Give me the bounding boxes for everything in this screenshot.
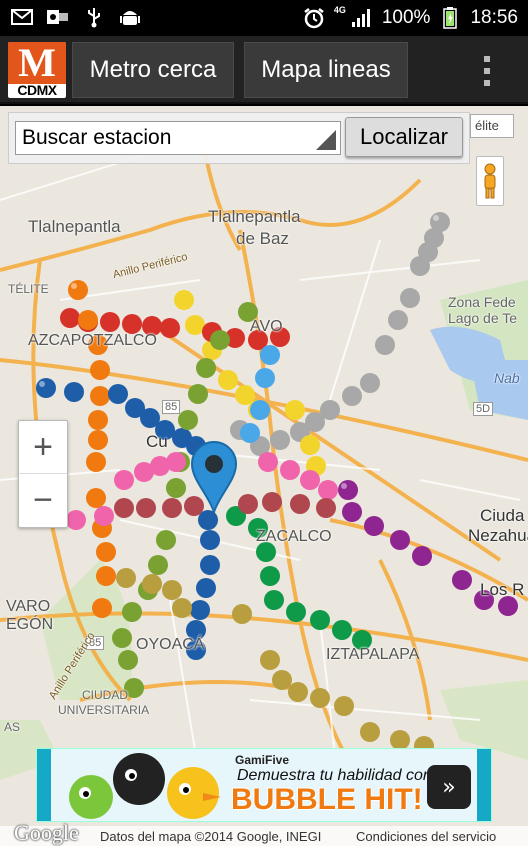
dropdown-arrow-icon — [316, 130, 336, 150]
map-label-tlalnepantla: Tlalnepantla — [28, 217, 121, 236]
logo-letter: M — [18, 42, 56, 85]
map-label-varo: VARO — [6, 598, 51, 615]
ad-banner[interactable]: GamiFive Demuestra tu habilidad con BUBB… — [36, 748, 492, 822]
map-label-cu: Cu — [146, 432, 168, 451]
station-select-value: Buscar estacion — [22, 126, 172, 149]
app-logo[interactable]: M CDMX — [8, 42, 66, 98]
pegman-icon — [484, 163, 496, 199]
map-label-azcapotzalco: AZCAPOTZALCO — [28, 332, 157, 349]
google-logo: Google — [14, 820, 79, 845]
map-label-iztacalco: ZACALCO — [256, 528, 332, 545]
map-label-los-reyes: Los R — [480, 580, 525, 599]
outlook-icon — [46, 6, 70, 28]
ad-bubbles-art — [69, 753, 221, 819]
logo-mark: M — [8, 42, 66, 84]
network-type: 4G — [333, 5, 346, 15]
status-bar: 4G 100% 18:56 — [0, 0, 528, 36]
usb-icon — [82, 6, 106, 28]
map-label-ciudad-neza: Ciuda — [480, 506, 525, 525]
signal-icon — [350, 7, 374, 29]
android-icon — [118, 6, 142, 28]
gmail-icon — [10, 6, 34, 28]
overflow-menu-icon[interactable] — [482, 56, 492, 86]
zoom-control: + − — [18, 420, 68, 528]
metro-cerca-button[interactable]: Metro cerca — [72, 42, 234, 98]
station-select[interactable]: Buscar estacion — [15, 121, 341, 155]
map-label-nezahualcoyotl: Nezahua — [468, 526, 528, 545]
map-label-coyoacan: OYOACÁ — [136, 636, 205, 653]
road-85a: 85 — [162, 400, 181, 414]
ad-headline: BUBBLE HIT! — [231, 783, 423, 816]
street-view-pegman[interactable] — [476, 156, 504, 206]
ad-brand: GamiFive — [235, 753, 290, 767]
mapa-lineas-button[interactable]: Mapa lineas — [244, 42, 408, 98]
map-label-universitaria: UNIVERSITARIA — [58, 703, 150, 717]
localizar-button[interactable]: Localizar — [345, 117, 463, 157]
ad-border-right — [477, 749, 491, 821]
logo-text: CDMX — [17, 82, 57, 98]
map-label-gustavo: AVO — [250, 318, 283, 335]
clock: 18:56 — [470, 7, 518, 28]
battery-percent: 100% — [381, 7, 431, 28]
satellite-toggle[interactable]: élite — [470, 114, 514, 138]
map-label-las: AS — [4, 720, 21, 734]
map-label-zona-federal: Zona Fede — [448, 294, 516, 310]
ad-play-button[interactable]: » — [427, 765, 471, 809]
road-5d: 5D — [473, 402, 494, 416]
action-bar: M CDMX Metro cerca Mapa lineas — [0, 36, 528, 104]
map-label-iztapalapa: IZTAPALAPA — [326, 646, 420, 663]
map-label-telite: TÉLITE — [8, 282, 49, 296]
map-label-ciudad-univ: CIUDAD — [82, 688, 129, 702]
ad-border-left — [37, 749, 51, 821]
zoom-out-button[interactable]: − — [19, 474, 67, 527]
map-view[interactable]: Tlalnepantla Tlalnepantla de Baz Anillo … — [0, 106, 528, 846]
alarm-icon — [302, 7, 326, 29]
terms-link[interactable]: Condiciones del servicio — [356, 829, 496, 844]
map-label-nab: Nab — [494, 370, 520, 386]
map-label-de-baz: de Baz — [236, 229, 289, 248]
zoom-in-button[interactable]: + — [19, 421, 67, 474]
map-label-lago: Lago de Te — [448, 310, 518, 326]
map-label-tlalnepantla-baz: Tlalnepantla — [208, 207, 301, 226]
map-footer: Google Datos del mapa ©2014 Google, INEG… — [0, 820, 528, 846]
map-data-credit: Datos del mapa ©2014 Google, INEGI — [100, 829, 322, 844]
battery-icon — [438, 7, 462, 29]
search-bar: Buscar estacion Localizar — [8, 112, 470, 164]
map-label-obregon: EGÓN — [6, 616, 54, 633]
